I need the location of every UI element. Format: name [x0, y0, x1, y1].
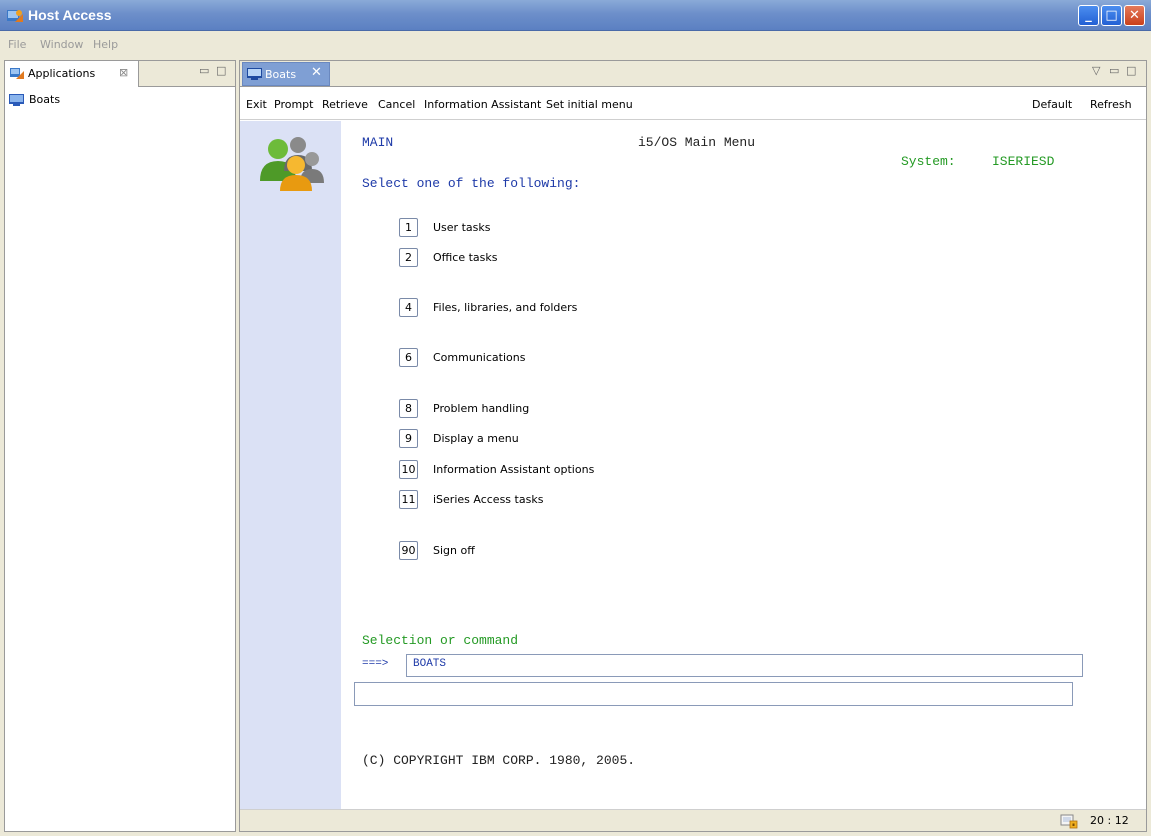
system-name: ISERIESD: [992, 154, 1055, 169]
option-label: iSeries Access tasks: [433, 493, 544, 506]
close-button[interactable]: ✕: [1124, 5, 1145, 26]
minimize-button[interactable]: _: [1078, 5, 1099, 26]
option-number-button[interactable]: 4: [399, 298, 418, 317]
tab-boats[interactable]: Boats ✕: [242, 62, 330, 86]
retrieve-button[interactable]: Retrieve: [322, 98, 368, 111]
option-number-button[interactable]: 2: [399, 248, 418, 267]
minimize-view-icon[interactable]: ▭: [1109, 64, 1119, 77]
tab-applications[interactable]: Applications ⊠: [5, 61, 139, 87]
command-input[interactable]: BOATS: [406, 654, 1083, 677]
information-assistant-button[interactable]: Information Assistant: [424, 98, 541, 111]
host-session-icon: [9, 94, 24, 106]
command-input-value: BOATS: [413, 658, 447, 670]
minimize-view-icon[interactable]: ▭: [199, 64, 209, 77]
option-label: User tasks: [433, 221, 491, 234]
close-tab-icon[interactable]: ✕: [311, 65, 322, 80]
title-bar: Host Access _ □ ✕: [0, 0, 1151, 31]
cancel-button[interactable]: Cancel: [378, 98, 415, 111]
command-input-continuation[interactable]: [354, 682, 1073, 706]
maximize-button[interactable]: □: [1101, 5, 1122, 26]
maximize-view-icon[interactable]: □: [1126, 64, 1136, 77]
set-initial-menu-button[interactable]: Set initial menu: [546, 98, 633, 111]
applications-tab-label: Applications: [28, 67, 96, 80]
menu-help[interactable]: Help: [93, 38, 118, 51]
exit-button[interactable]: Exit: [246, 98, 267, 111]
maximize-view-icon[interactable]: □: [216, 64, 226, 77]
editor-tab-label: Boats: [265, 68, 297, 81]
keyboard-lock-icon: [1060, 814, 1078, 829]
screen-side-strip: [240, 121, 341, 809]
option-label: Information Assistant options: [433, 463, 595, 476]
applications-icon: [10, 68, 24, 79]
refresh-button[interactable]: Refresh: [1090, 98, 1132, 111]
editor-tab-bar: Boats ✕ ▽ ▭ □: [240, 61, 1146, 87]
prompt-arrow: ===>: [362, 658, 389, 670]
host-screen: MAIN i5/OS Main Menu System: ISERIESD Se…: [341, 121, 1146, 809]
menu-bar: File Window Help: [0, 31, 1151, 58]
default-button[interactable]: Default: [1032, 98, 1072, 111]
window-title: Host Access: [28, 7, 112, 23]
instruction-text: Select one of the following:: [362, 176, 581, 191]
option-number-button[interactable]: 90: [399, 541, 418, 560]
session-editor: Boats ✕ ▽ ▭ □ Exit Prompt Retrieve Cance…: [239, 60, 1147, 832]
users-group-icon: [260, 137, 324, 191]
option-label: Communications: [433, 351, 526, 364]
prompt-button[interactable]: Prompt: [274, 98, 313, 111]
option-label: Display a menu: [433, 432, 519, 445]
option-number-button[interactable]: 11: [399, 490, 418, 509]
option-number-button[interactable]: 10: [399, 460, 418, 479]
copyright-text: (C) COPYRIGHT IBM CORP. 1980, 2005.: [362, 753, 636, 768]
cursor-position: 20 : 12: [1090, 814, 1129, 827]
system-label: System:: [901, 154, 956, 169]
tree-item-label: Boats: [29, 93, 61, 106]
option-label: Office tasks: [433, 251, 498, 264]
applications-view: Applications ⊠ ▭ □ Boats: [4, 60, 236, 832]
host-session-icon: [247, 68, 262, 80]
option-label: Files, libraries, and folders: [433, 301, 578, 314]
selection-label: Selection or command: [362, 633, 519, 648]
option-label: Sign off: [433, 544, 475, 557]
option-number-button[interactable]: 8: [399, 399, 418, 418]
option-number-button[interactable]: 1: [399, 218, 418, 237]
view-menu-icon[interactable]: ▽: [1092, 64, 1100, 77]
session-toolbar: Exit Prompt Retrieve Cancel Information …: [240, 88, 1146, 120]
menu-id: MAIN: [362, 135, 394, 150]
option-number-button[interactable]: 9: [399, 429, 418, 448]
close-tab-icon[interactable]: ⊠: [119, 66, 128, 79]
menu-window[interactable]: Window: [40, 38, 83, 51]
option-label: Problem handling: [433, 402, 530, 415]
option-number-button[interactable]: 6: [399, 348, 418, 367]
menu-title: i5/OS Main Menu: [638, 135, 756, 150]
host-access-app-icon: [7, 10, 23, 22]
menu-file[interactable]: File: [8, 38, 26, 51]
status-bar: 20 : 12: [240, 809, 1146, 831]
applications-view-header: Applications ⊠ ▭ □: [5, 61, 235, 87]
